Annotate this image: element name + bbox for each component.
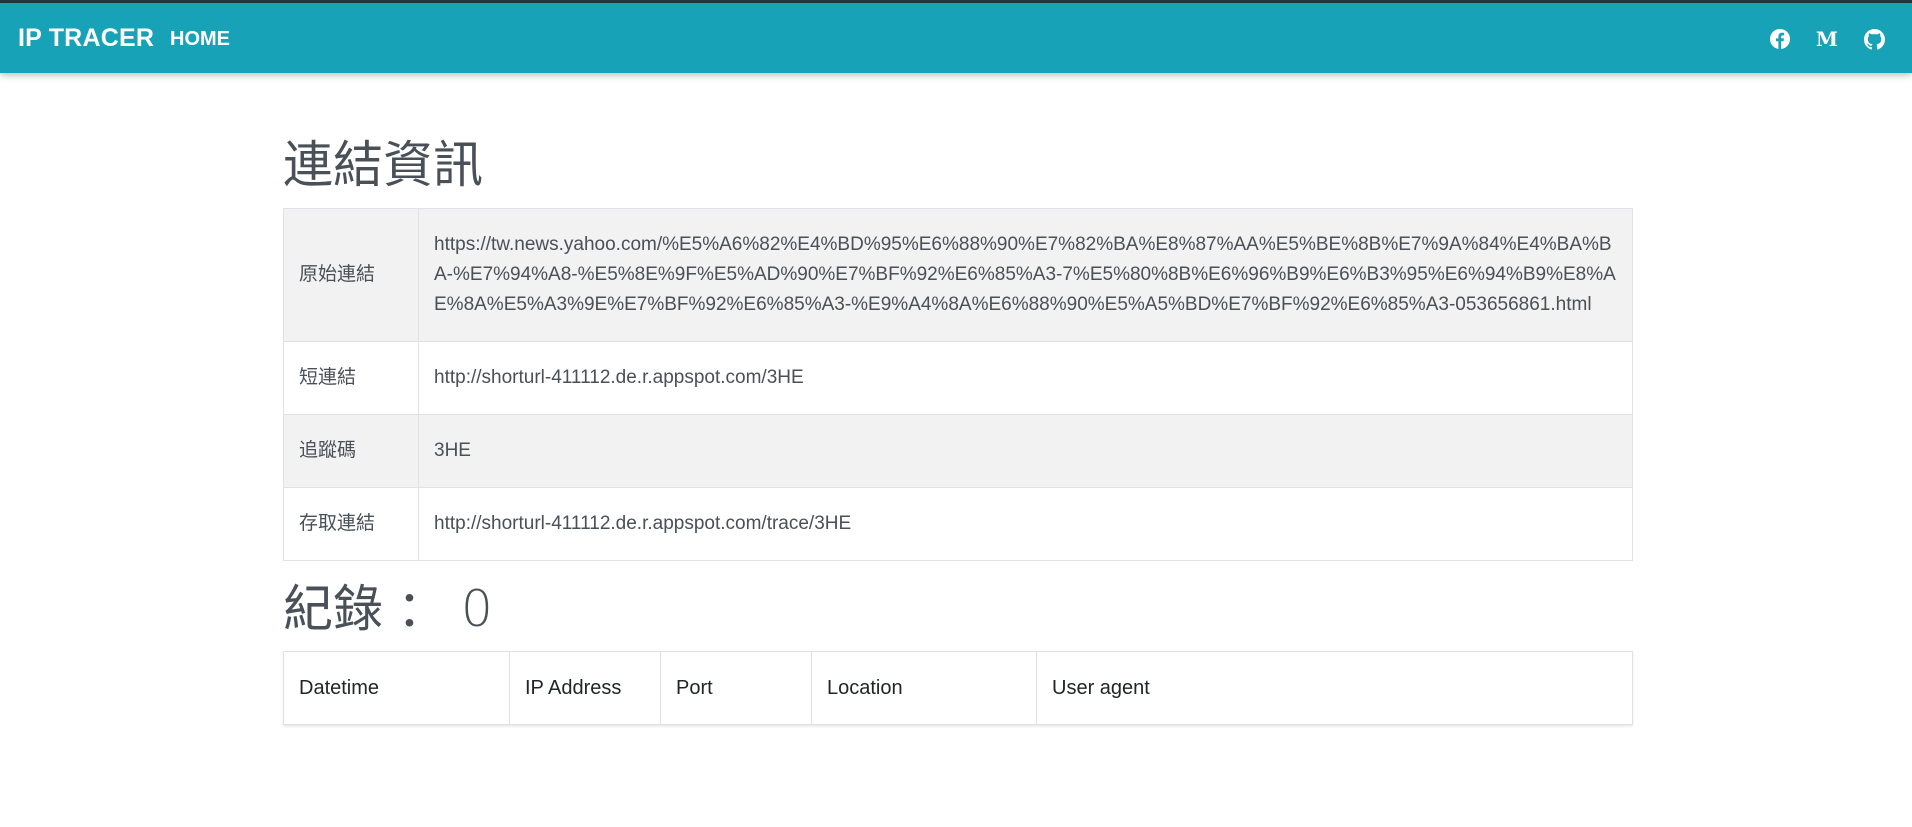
table-header-row: Datetime IP Address Port Location User a… <box>283 651 1633 725</box>
records-separator: ： <box>397 580 447 638</box>
table-row: 原始連結 https://tw.news.yahoo.com/%E5%A6%82… <box>283 208 1633 342</box>
table-row: 短連結 http://shorturl-411112.de.r.appspot.… <box>283 341 1633 415</box>
records-label: 紀錄 <box>283 580 383 638</box>
column-header-user-agent: User agent <box>1036 651 1633 725</box>
link-info-table: 原始連結 https://tw.news.yahoo.com/%E5%A6%82… <box>283 208 1633 561</box>
tracking-code-label: 追蹤碼 <box>283 414 419 488</box>
link-info-title: 連結資訊 <box>283 136 483 194</box>
brand-logo[interactable]: IP TRACER <box>18 3 154 73</box>
records-table: Datetime IP Address Port Location User a… <box>283 651 1633 725</box>
tracking-code-value: 3HE <box>418 414 1633 488</box>
original-link-value: https://tw.news.yahoo.com/%E5%A6%82%E4%B… <box>418 208 1633 342</box>
facebook-icon[interactable] <box>1768 27 1792 51</box>
column-header-datetime: Datetime <box>283 651 510 725</box>
access-link-value: http://shorturl-411112.de.r.appspot.com/… <box>418 487 1633 561</box>
access-link-label: 存取連結 <box>283 487 419 561</box>
github-icon[interactable] <box>1862 27 1886 51</box>
table-row: 追蹤碼 3HE <box>283 414 1633 488</box>
column-header-port: Port <box>660 651 812 725</box>
records-title: 紀錄： 0 <box>283 579 493 639</box>
short-link-value: http://shorturl-411112.de.r.appspot.com/… <box>418 341 1633 415</box>
short-link-label: 短連結 <box>283 341 419 415</box>
nav-home-link[interactable]: HOME <box>170 3 230 73</box>
table-row: 存取連結 http://shorturl-411112.de.r.appspot… <box>283 487 1633 561</box>
medium-icon[interactable]: M <box>1815 27 1839 51</box>
navbar: IP TRACER HOME M <box>0 3 1912 73</box>
original-link-label: 原始連結 <box>283 208 419 342</box>
column-header-ip-address: IP Address <box>509 651 661 725</box>
records-count: 0 <box>461 580 493 638</box>
column-header-location: Location <box>811 651 1037 725</box>
